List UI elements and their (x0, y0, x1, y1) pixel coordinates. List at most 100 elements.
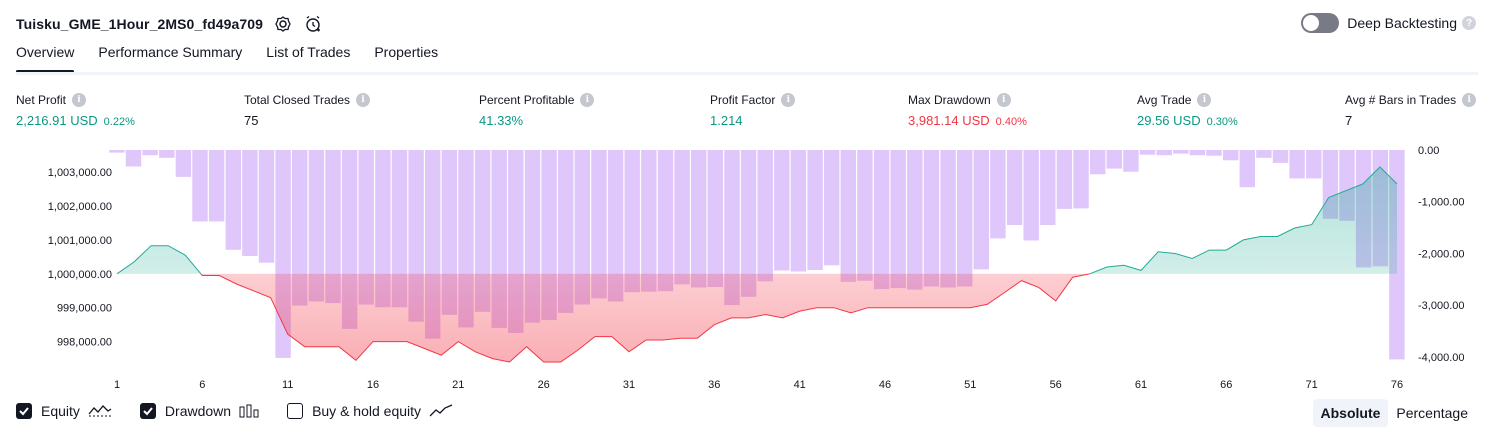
x-axis-tick: 66 (1220, 379, 1232, 391)
drawdown-bar (890, 150, 906, 289)
right-axis-tick: -1,000.00 (1418, 197, 1464, 209)
metric-label: Net Profit (16, 93, 67, 107)
drawdown-bar (1090, 150, 1106, 175)
metric-avg-trade: Avg Trade i 29.56 USD 0.30% (1137, 93, 1238, 128)
drawdown-bar (990, 150, 1006, 239)
x-axis-tick: 36 (708, 379, 720, 391)
drawdown-bar (1073, 150, 1089, 209)
info-icon[interactable]: i (781, 93, 796, 107)
header: Tuisku_GME_1Hour_2MS0_fd49a709 (16, 12, 323, 36)
drawdown-bar (1306, 150, 1322, 179)
help-icon[interactable]: ? (1462, 16, 1476, 30)
absolute-button[interactable]: Absolute (1312, 399, 1389, 427)
info-icon[interactable]: i (1462, 93, 1477, 107)
drawdown-bar (125, 150, 142, 167)
x-axis-tick: 41 (794, 379, 806, 391)
info-icon[interactable]: i (580, 93, 595, 107)
drawdown-bar (1123, 150, 1139, 172)
drawdown-bar (242, 150, 258, 256)
metric-avg-bars: Avg # Bars in Trades i 7 (1345, 93, 1477, 128)
equity-drawdown-chart[interactable]: 1,003,000.00 1,002,000.00 1,001,000.00 1,00… (0, 140, 1494, 392)
settings-gear-icon[interactable] (273, 14, 293, 34)
tab-performance-summary[interactable]: Performance Summary (98, 44, 242, 68)
legend-equity[interactable]: Equity (16, 403, 112, 419)
buy-hold-checkbox[interactable] (287, 403, 304, 419)
drawdown-bar (857, 150, 873, 281)
drawdown-bar (907, 150, 923, 290)
metric-max-drawdown: Max Drawdown i 3,981.14 USD 0.40% (908, 93, 1027, 128)
metric-value: 29.56 USD (1137, 113, 1201, 128)
drawdown-bar (1272, 150, 1289, 163)
drawdown-bar (840, 150, 856, 282)
drawdown-bar (641, 150, 657, 292)
drawdown-bar (175, 150, 192, 177)
drawdown-bar (1289, 150, 1305, 179)
equity-line-icon (88, 403, 112, 419)
right-axis-tick: -2,000.00 (1418, 248, 1464, 260)
x-axis-tick: 6 (199, 379, 205, 391)
legend-buy-hold[interactable]: Buy & hold equity (287, 403, 453, 419)
metric-label: Avg # Bars in Trades (1345, 93, 1457, 107)
strategy-title: Tuisku_GME_1Hour_2MS0_fd49a709 (16, 16, 264, 32)
drawdown-bar (774, 150, 790, 271)
tab-properties[interactable]: Properties (374, 44, 438, 68)
x-axis-tick: 56 (1050, 379, 1062, 391)
info-icon[interactable]: i (356, 93, 371, 107)
tab-bar: Overview Performance Summary List of Tra… (16, 44, 462, 73)
drawdown-bar (109, 150, 125, 153)
drawdown-bar (1206, 150, 1222, 156)
metric-value: 2,216.91 USD (16, 113, 98, 128)
equity-checkbox[interactable] (16, 403, 32, 419)
x-axis-tick: 26 (538, 379, 550, 391)
drawdown-bar (1106, 150, 1122, 169)
metric-percent: 0.22% (103, 116, 135, 128)
left-axis-tick: 1,000,000.00 (48, 269, 112, 281)
x-axis-tick: 21 (452, 379, 464, 391)
left-axis-tick: 1,002,000.00 (48, 201, 112, 213)
deep-backtesting-toggle[interactable] (1301, 13, 1340, 33)
legend-drawdown[interactable]: Drawdown (139, 403, 259, 419)
alarm-clock-icon[interactable] (303, 14, 323, 34)
drawdown-bar (1173, 150, 1189, 154)
drawdown-bar (707, 150, 723, 287)
info-icon[interactable]: i (996, 93, 1011, 107)
x-axis-tick: 76 (1391, 379, 1403, 391)
metric-percent: 0.30% (1206, 116, 1238, 128)
metric-net-profit: Net Profit i 2,216.91 USD 0.22% (16, 93, 135, 128)
drawdown-bar (1040, 150, 1056, 225)
metric-value: 3,981.14 USD (908, 113, 990, 128)
metric-percent: 0.40% (995, 116, 1027, 128)
metric-profit-factor: Profit Factor i 1.214 (710, 93, 796, 128)
metric-percent-profitable: Percent Profitable i 41.33% (479, 93, 595, 128)
x-axis-tick: 11 (282, 379, 293, 391)
metric-label: Percent Profitable (479, 93, 575, 107)
drawdown-bar (1139, 150, 1156, 155)
info-icon[interactable]: i (1197, 93, 1212, 107)
drawdown-bar (691, 150, 707, 288)
drawdown-bar (225, 150, 241, 250)
percentage-button[interactable]: Percentage (1388, 399, 1476, 427)
left-axis-tick: 998,000.00 (57, 337, 112, 349)
metric-value: 7 (1345, 113, 1353, 128)
metric-value: 1.214 (710, 113, 743, 128)
drawdown-bar (873, 150, 890, 290)
drawdown-bar (1223, 150, 1239, 161)
drawdown-bar (807, 150, 823, 270)
buy-hold-line-icon (429, 403, 453, 419)
tab-list-of-trades[interactable]: List of Trades (266, 44, 350, 68)
x-axis-tick: 16 (367, 379, 379, 391)
metric-value: 75 (244, 113, 259, 128)
scale-mode-switch: Absolute Percentage (1312, 399, 1477, 427)
tab-divider (16, 72, 1478, 75)
metric-label: Profit Factor (710, 93, 776, 107)
drawdown-bars-icon (239, 403, 259, 419)
metric-label: Total Closed Trades (244, 93, 351, 107)
x-axis-tick: 46 (879, 379, 891, 391)
tab-overview[interactable]: Overview (16, 44, 75, 73)
right-axis-tick: -4,000.00 (1418, 352, 1464, 364)
drawdown-checkbox[interactable] (139, 403, 156, 419)
info-icon[interactable]: i (72, 93, 87, 107)
metric-value: 41.33% (479, 113, 524, 128)
left-axis-tick: 1,001,000.00 (48, 235, 112, 247)
drawdown-bar (624, 150, 640, 293)
